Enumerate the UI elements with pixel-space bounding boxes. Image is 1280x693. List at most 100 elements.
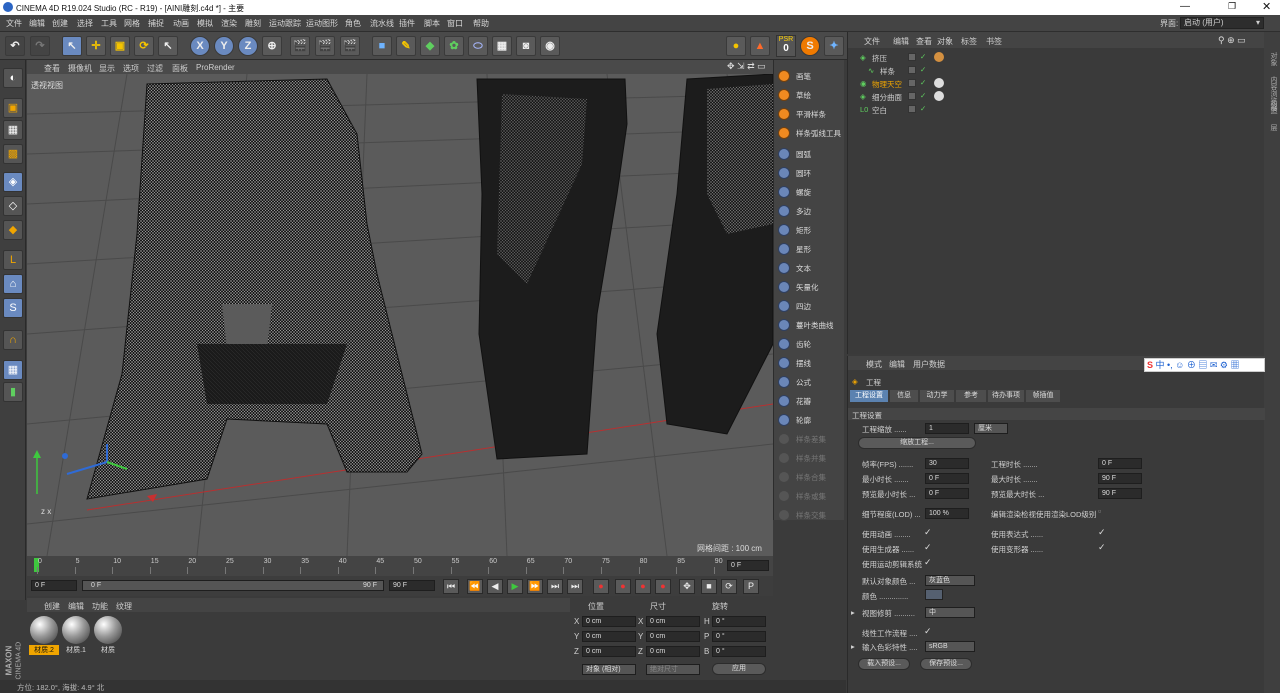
- expand-arrow-icon[interactable]: ▸: [851, 608, 855, 617]
- spline-tool-4[interactable]: 圆弧: [776, 146, 844, 162]
- axis-mode-icon[interactable]: L: [3, 250, 23, 270]
- lod-field[interactable]: 100 %: [925, 508, 969, 519]
- position-field[interactable]: 0 cm: [582, 631, 636, 642]
- maximize-icon[interactable]: ❐: [1228, 1, 1236, 12]
- select-icon[interactable]: ↖: [62, 36, 82, 56]
- om-menu-item[interactable]: 文件: [864, 36, 880, 47]
- render-region-icon[interactable]: 🎬: [315, 36, 335, 56]
- rotate-icon[interactable]: ⟳: [134, 36, 154, 56]
- spline-tool-0[interactable]: 画笔: [776, 68, 844, 84]
- object-row[interactable]: ◉ 物理天空 ✓: [848, 78, 1265, 91]
- menu-13[interactable]: 角色: [345, 18, 361, 29]
- preview-max-field[interactable]: 90 F: [1098, 488, 1142, 499]
- visibility-icon[interactable]: [908, 79, 916, 87]
- snap-icon[interactable]: ●: [726, 36, 746, 56]
- menu-8[interactable]: 模拟: [197, 18, 213, 29]
- input-color-select[interactable]: sRGB: [925, 641, 975, 652]
- texture-mode-icon[interactable]: ▦: [3, 120, 23, 140]
- deformer-icon[interactable]: ⬭: [468, 36, 488, 56]
- light-icon[interactable]: ◉: [540, 36, 560, 56]
- spline-tool-12[interactable]: 四边: [776, 298, 844, 314]
- tag-icon[interactable]: [934, 91, 944, 101]
- spline-tool-13[interactable]: 蔓叶类曲线: [776, 317, 844, 333]
- enable-check-icon[interactable]: ✓: [920, 52, 926, 61]
- enable-check-icon[interactable]: ✓: [920, 78, 926, 87]
- position-field[interactable]: 0 cm: [582, 616, 636, 627]
- enable-check-icon[interactable]: ✓: [920, 104, 926, 113]
- menu-2[interactable]: 创建: [52, 18, 68, 29]
- workplane-icon[interactable]: ▲: [750, 36, 770, 56]
- size-field[interactable]: 0 cm: [646, 646, 700, 657]
- attr-tab[interactable]: 参考: [956, 390, 986, 402]
- spline-tool-7[interactable]: 多边: [776, 203, 844, 219]
- expand-arrow-icon[interactable]: ▸: [851, 642, 855, 651]
- menu-4[interactable]: 工具: [101, 18, 117, 29]
- tag-icon[interactable]: [934, 52, 944, 62]
- use-animation-checkbox[interactable]: ✓: [924, 527, 932, 538]
- attr-tab[interactable]: 动力学: [920, 390, 954, 402]
- visibility-icon[interactable]: [908, 53, 916, 61]
- make-editable-icon[interactable]: ◐: [3, 68, 23, 88]
- cube-icon[interactable]: ■: [372, 36, 392, 56]
- visibility-icon[interactable]: [908, 105, 916, 113]
- auto-key-icon[interactable]: ●: [615, 579, 631, 594]
- menu-10[interactable]: 雕刻: [245, 18, 261, 29]
- spline-tool-5[interactable]: 圆环: [776, 165, 844, 181]
- spline-tool-6[interactable]: 螺旋: [776, 184, 844, 200]
- object-row[interactable]: L0 空白 ✓: [848, 104, 1265, 117]
- scale-icon[interactable]: ▣: [110, 36, 130, 56]
- menu-11[interactable]: 运动跟踪: [269, 18, 301, 29]
- rotation-field[interactable]: 0 °: [712, 631, 766, 642]
- enable-check-icon[interactable]: ✓: [920, 65, 926, 74]
- color-swatch[interactable]: [925, 589, 943, 600]
- param-key-icon[interactable]: P: [743, 579, 759, 594]
- menu-16[interactable]: 脚本: [424, 18, 440, 29]
- edges-mode-icon[interactable]: ◇: [3, 196, 23, 216]
- side-tab[interactable]: 对象: [1266, 52, 1278, 66]
- lod-render-checkbox[interactable]: ▫: [1098, 506, 1101, 516]
- viewport[interactable]: z x 透视视图 网格间距 : 100 cm: [27, 74, 773, 556]
- material-menu-item[interactable]: 纹理: [116, 601, 132, 612]
- apply-button[interactable]: 应用: [712, 663, 766, 675]
- spline-tool-3[interactable]: 样条弧线工具: [776, 125, 844, 141]
- scale-project-button[interactable]: 缩放工程...: [858, 437, 976, 449]
- key-select-icon[interactable]: ●: [655, 579, 671, 594]
- snap-mode-icon[interactable]: S: [3, 298, 23, 318]
- visibility-icon[interactable]: [908, 92, 916, 100]
- side-tab[interactable]: 构造: [1266, 100, 1278, 114]
- menu-3[interactable]: 选择: [77, 18, 93, 29]
- menu-15[interactable]: 插件: [399, 18, 415, 29]
- s-snap-icon[interactable]: S: [800, 36, 820, 56]
- spline-tool-2[interactable]: 平滑样条: [776, 106, 844, 122]
- object-row[interactable]: ◈ 细分曲面 ✓: [848, 91, 1265, 104]
- menu-9[interactable]: 渲染: [221, 18, 237, 29]
- material-item[interactable]: 材质.1: [61, 616, 91, 656]
- viewport-menu-item[interactable]: 选项: [123, 63, 139, 74]
- project-time-field[interactable]: 0 F: [1098, 458, 1142, 469]
- attr-menu-item[interactable]: 编辑: [889, 359, 905, 370]
- spline-tool-8[interactable]: 矩形: [776, 222, 844, 238]
- attr-tab[interactable]: 信息: [890, 390, 918, 402]
- camera-icon[interactable]: ◙: [516, 36, 536, 56]
- project-scale-field[interactable]: 1: [925, 423, 969, 434]
- fps-field[interactable]: 30: [925, 458, 969, 469]
- menu-6[interactable]: 捕捉: [148, 18, 164, 29]
- menu-7[interactable]: 动画: [173, 18, 189, 29]
- object-row[interactable]: ∿ 样条 ✓: [848, 65, 1265, 78]
- linear-workflow-checkbox[interactable]: ✓: [924, 626, 932, 637]
- attr-tab[interactable]: 工程设置: [850, 390, 888, 402]
- tweak-mode-icon[interactable]: ⌂: [3, 274, 23, 294]
- material-menu-item[interactable]: 功能: [92, 601, 108, 612]
- menu-0[interactable]: 文件: [6, 18, 22, 29]
- use-generators-checkbox[interactable]: ✓: [924, 542, 932, 553]
- menu-5[interactable]: 网格: [124, 18, 140, 29]
- x-axis-icon[interactable]: X: [190, 36, 210, 56]
- viewport-menu-item[interactable]: 过滤: [147, 63, 163, 74]
- lock-icon[interactable]: ✦: [824, 36, 844, 56]
- move-key-icon[interactable]: ✥: [679, 579, 695, 594]
- enable-check-icon[interactable]: ✓: [920, 91, 926, 100]
- attr-menu-item[interactable]: 用户数据: [913, 359, 945, 370]
- z-axis-icon[interactable]: Z: [238, 36, 258, 56]
- menu-12[interactable]: 运动图形: [306, 18, 338, 29]
- project-unit-select[interactable]: 厘米: [974, 423, 1008, 434]
